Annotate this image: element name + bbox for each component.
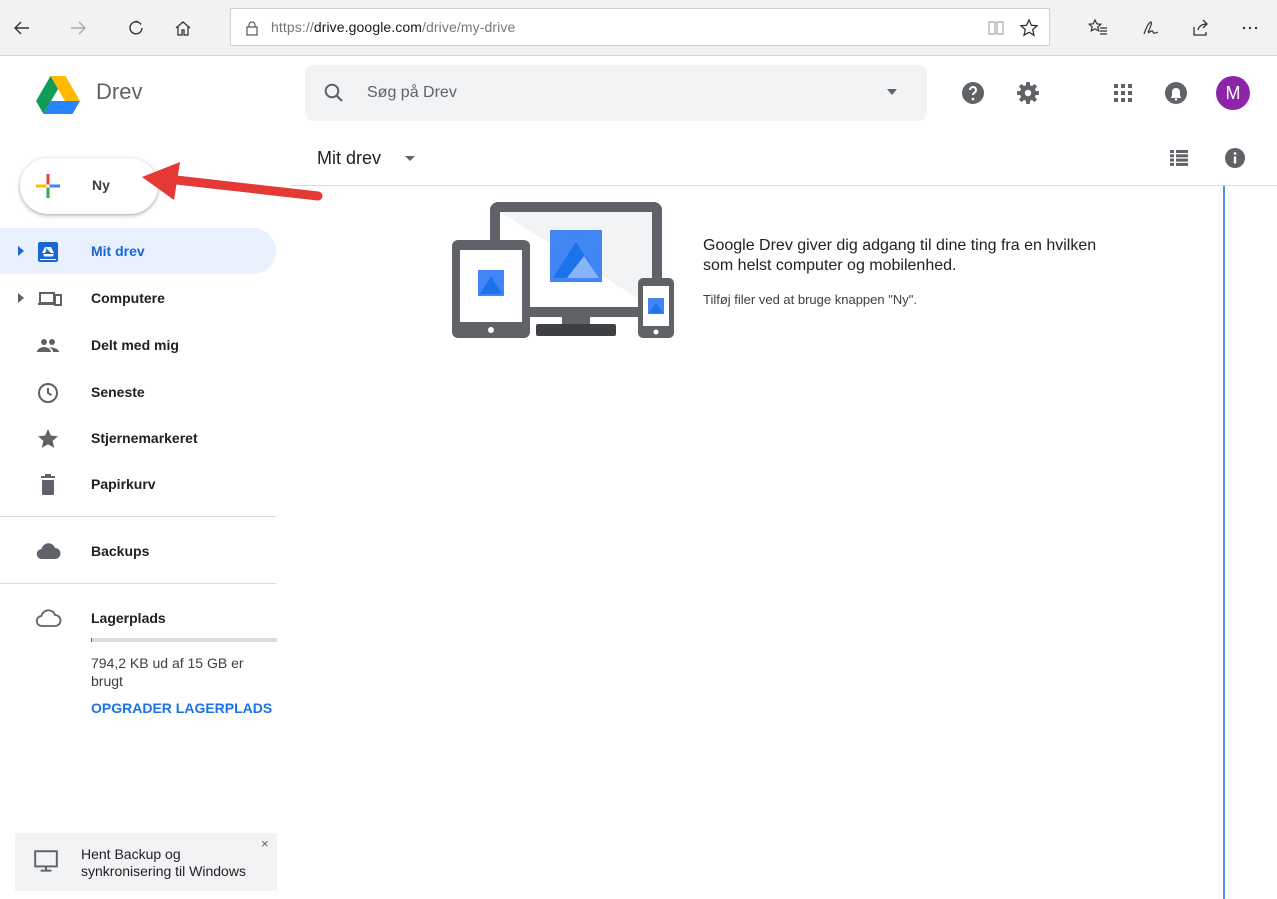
- people-icon: [37, 339, 59, 352]
- promo-text: Hent Backup og synkronisering til Window…: [81, 846, 246, 880]
- storage-progress-fill: [91, 638, 92, 642]
- favorites-list-icon: [1088, 18, 1107, 35]
- sidebar-item-label: Computere: [91, 290, 165, 306]
- sidebar-item-label: Stjernemarkeret: [91, 430, 198, 446]
- sidebar-item-recent[interactable]: Seneste: [0, 369, 276, 415]
- app-name: Drev: [96, 79, 143, 104]
- page-title-label: Mit drev: [317, 148, 382, 168]
- sidebar-item-trash[interactable]: Papirkurv: [0, 461, 276, 507]
- empty-state-subtitle: Tilføj filer ved at bruge knappen "Ny".: [703, 292, 917, 307]
- main-header-divider: [290, 185, 1277, 186]
- content-focus-line: [1223, 186, 1225, 899]
- sidebar-divider: [0, 516, 276, 517]
- refresh-icon: [129, 20, 143, 35]
- search-options-dropdown-icon[interactable]: [887, 89, 897, 95]
- home-icon: [175, 21, 191, 36]
- close-icon[interactable]: ×: [261, 836, 269, 851]
- settings-button[interactable]: [1012, 77, 1044, 109]
- upgrade-storage-link[interactable]: OPGRADER LAGERPLADS: [91, 700, 272, 716]
- page-title[interactable]: Mit drev: [317, 148, 415, 169]
- pen-icon: [1143, 21, 1159, 35]
- star-icon: [38, 429, 58, 448]
- expand-caret-icon[interactable]: [18, 293, 24, 303]
- sidebar-item-storage[interactable]: Lagerplads: [0, 595, 276, 641]
- sidebar-item-label: Delt med mig: [91, 337, 179, 353]
- sidebar-item-backups[interactable]: Backups: [0, 528, 276, 574]
- arrow-right-icon: [71, 21, 86, 35]
- backup-sync-promo[interactable]: Hent Backup og synkronisering til Window…: [15, 833, 277, 891]
- favorite-star-icon[interactable]: [1019, 18, 1039, 38]
- sidebar-item-starred[interactable]: Stjernemarkeret: [0, 415, 276, 461]
- address-bar[interactable]: https://drive.google.com/drive/my-drive: [230, 8, 1050, 46]
- share-icon: [1193, 19, 1208, 36]
- refresh-button[interactable]: [122, 14, 150, 42]
- chevron-down-icon: [405, 156, 415, 161]
- help-icon: [962, 82, 984, 104]
- computers-icon: [38, 292, 62, 306]
- gear-icon: [1017, 82, 1039, 104]
- new-button-label: Ny: [92, 177, 110, 193]
- trash-icon: [41, 474, 55, 495]
- notifications-button[interactable]: [1160, 77, 1192, 109]
- expand-caret-icon[interactable]: [18, 246, 24, 256]
- more-button[interactable]: [1236, 14, 1264, 42]
- search-bar[interactable]: [305, 65, 927, 121]
- info-icon: [1225, 148, 1245, 168]
- promo-text-line-1: Hent Backup og: [81, 846, 181, 862]
- help-button[interactable]: [957, 77, 989, 109]
- avatar[interactable]: M: [1216, 76, 1250, 110]
- sidebar-item-computers[interactable]: Computere: [0, 275, 276, 321]
- sidebar-item-shared-with-me[interactable]: Delt med mig: [0, 322, 276, 368]
- notification-bell-icon: [1165, 82, 1187, 104]
- favorites-button[interactable]: [1084, 14, 1112, 42]
- sidebar-item-label: Mit drev: [91, 243, 145, 259]
- cloud-outline-icon: [35, 609, 62, 627]
- sidebar-item-label: Papirkurv: [91, 476, 156, 492]
- annotation-arrow-icon: [142, 162, 323, 201]
- list-view-button[interactable]: [1163, 142, 1195, 174]
- drive-logo-icon[interactable]: [36, 76, 80, 114]
- storage-progress-bar: [91, 638, 277, 642]
- storage-usage-text: 794,2 KB ud af 15 GB er brugt: [91, 655, 244, 689]
- apps-grid-icon: [1114, 84, 1132, 102]
- devices-illustration-icon: [452, 202, 674, 338]
- desktop-monitor-icon: [34, 850, 58, 872]
- lock-icon: [246, 21, 258, 36]
- url-host: drive.google.com: [313, 19, 423, 35]
- pen-button[interactable]: [1136, 14, 1164, 42]
- sidebar-item-label: Seneste: [91, 384, 145, 400]
- arrow-left-icon: [14, 21, 29, 35]
- search-icon[interactable]: [323, 82, 345, 104]
- plus-icon: [36, 174, 60, 198]
- back-button[interactable]: [8, 14, 36, 42]
- reading-view-icon[interactable]: [987, 19, 1005, 37]
- url-prefix: https://: [271, 19, 314, 35]
- url-text: https://drive.google.com/drive/my-drive: [271, 19, 515, 35]
- cloud-icon: [36, 543, 61, 560]
- share-button[interactable]: [1187, 14, 1215, 42]
- promo-text-line-2: synkronisering til Windows: [81, 863, 246, 879]
- sidebar-item-label: Backups: [91, 543, 150, 559]
- details-button[interactable]: [1219, 142, 1251, 174]
- browser-toolbar: https://drive.google.com/drive/my-drive: [0, 0, 1277, 56]
- url-path: /drive/my-drive: [422, 19, 516, 35]
- empty-state-title: Google Drev giver dig adgang til dine ti…: [703, 237, 1097, 274]
- clock-icon: [38, 383, 58, 403]
- sidebar-divider: [0, 583, 276, 584]
- home-button[interactable]: [169, 14, 197, 42]
- sidebar-item-label: Lagerplads: [91, 610, 166, 626]
- search-input[interactable]: [367, 79, 847, 107]
- more-dots-icon: [1242, 26, 1258, 30]
- sidebar-item-my-drive[interactable]: Mit drev: [0, 228, 276, 274]
- apps-button[interactable]: [1107, 77, 1139, 109]
- list-view-icon: [1170, 150, 1188, 166]
- forward-button[interactable]: [64, 14, 92, 42]
- my-drive-icon: [38, 242, 58, 262]
